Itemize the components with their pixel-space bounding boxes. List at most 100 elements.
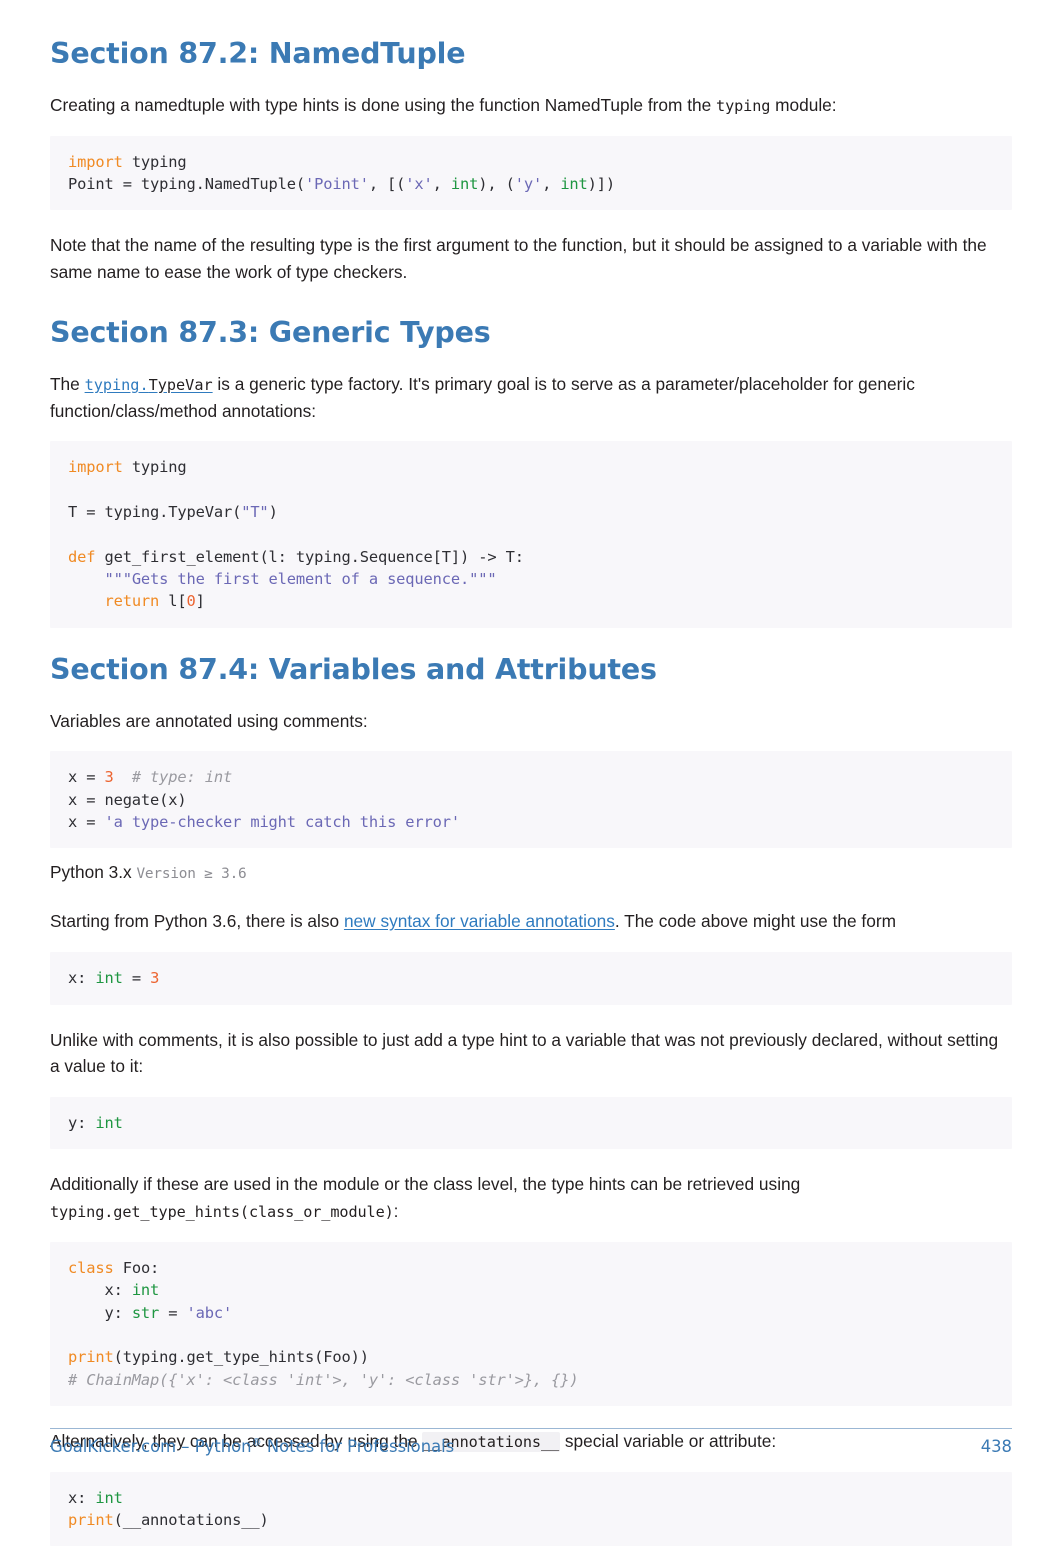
text-fragment: :	[393, 1201, 399, 1222]
code-token-kw: import	[68, 458, 123, 477]
page-number: 438	[980, 1437, 1012, 1456]
code-block-class-foo: class Foo: x: int y: str = 'abc' print(t…	[50, 1242, 1012, 1406]
code-token-comment: # type: int	[131, 768, 233, 787]
code-token-num: 3	[104, 768, 114, 787]
document-page: Section 87.2: NamedTuple Creating a name…	[0, 0, 1060, 1546]
code-token-kw: class	[68, 1259, 114, 1278]
code-token-builtin: int	[95, 1114, 123, 1133]
code-token-plain: typing	[122, 458, 187, 477]
code-token-str: 'a type-checker might catch this error'	[104, 813, 460, 832]
code-token-plain: =	[122, 969, 151, 988]
code-token-plain: x:	[68, 969, 96, 988]
code-token-builtin: int	[560, 175, 588, 194]
text-fragment: The	[50, 373, 85, 394]
code-token-plain: ,	[542, 175, 561, 194]
code-token-plain: )	[268, 503, 278, 522]
code-token-str: "T"	[241, 503, 269, 522]
code-token-plain: get_first_element(l: typing.Sequence[T])…	[95, 547, 524, 566]
footer-brand: GoalKicker.com – Python	[50, 1437, 252, 1456]
code-token-builtin: str	[131, 1303, 160, 1322]
link-part-symbol: TypeVar	[148, 375, 213, 394]
code-token-kw: import	[68, 152, 123, 171]
code-block-namedtuple: import typing Point = typing.NamedTuple(…	[50, 135, 1012, 211]
code-token-num: 0	[186, 592, 196, 611]
code-token-plain: (__annotations__)	[113, 1511, 269, 1530]
inline-code-get-type-hints: typing.get_type_hints(class_or_module)	[50, 1203, 394, 1222]
page-content: Section 87.2: NamedTuple Creating a name…	[50, 38, 1012, 1546]
section-heading-87-2: Section 87.2: NamedTuple	[50, 37, 466, 70]
link-typing-typevar[interactable]: typing.TypeVar	[85, 376, 213, 394]
text-fragment: module:	[770, 94, 837, 115]
paragraph-new-syntax: Starting from Python 3.6, there is also …	[50, 908, 1012, 935]
code-token-plain: x =	[68, 813, 105, 832]
version-badge: Python 3.x Version ≥ 3.6	[50, 860, 1012, 886]
text-fragment: Additionally if these are used in the mo…	[50, 1174, 801, 1195]
code-token-str: 'Point'	[305, 175, 369, 194]
paragraph-variables-comments: Variables are annotated using comments:	[50, 710, 368, 731]
section-heading-87-4: Section 87.4: Variables and Attributes	[50, 652, 657, 686]
code-block-print-annotations: x: int print(__annotations__)	[50, 1471, 1012, 1546]
code-token-plain: x:	[68, 1281, 132, 1300]
code-token-str: 'y'	[514, 175, 543, 194]
code-token-plain: T = typing.TypeVar(	[68, 503, 242, 522]
code-token-plain: ,	[432, 175, 451, 194]
code-token-plain: (typing.get_type_hints(Foo))	[113, 1348, 369, 1367]
version-main: Python 3.x	[50, 862, 132, 883]
code-token-kw: return	[104, 592, 160, 611]
link-variable-annotations[interactable]: new syntax for variable annotations	[344, 911, 615, 931]
link-part-module: typing.	[84, 375, 149, 394]
paragraph-namedtuple-note: Note that the name of the resulting type…	[50, 235, 987, 283]
code-token-plain: Point = typing.NamedTuple(	[68, 175, 306, 194]
code-token-builtin: int	[95, 969, 123, 988]
version-requirement: Version ≥ 3.6	[136, 866, 247, 883]
code-token-comment: # ChainMap({'x': <class 'int'>, 'y': <cl…	[68, 1370, 579, 1389]
code-token-plain: Foo:	[113, 1259, 160, 1278]
footer-row: GoalKicker.com – Python® Notes for Profe…	[50, 1437, 1012, 1456]
code-token-plain: )])	[587, 175, 616, 194]
code-block-typevar: import typing T = typing.TypeVar("T") de…	[50, 441, 1012, 628]
code-token-builtin: int	[95, 1488, 123, 1507]
footer-divider	[50, 1428, 1012, 1429]
inline-code-typing: typing	[716, 96, 771, 115]
code-block-comment-annotations: x = 3 # type: int x = negate(x) x = 'a t…	[50, 751, 1012, 849]
code-token-str: """Gets the first element of a sequence.…	[104, 570, 497, 589]
code-token-builtin: int	[131, 1281, 160, 1300]
code-token-str: 'abc'	[186, 1303, 233, 1322]
code-token-plain: typing	[122, 152, 187, 171]
code-token-plain: y:	[68, 1114, 96, 1133]
text-fragment: . The code above might use the form	[614, 911, 896, 932]
code-token-plain: x =	[68, 768, 105, 787]
page-footer: GoalKicker.com – Python® Notes for Profe…	[50, 1428, 1012, 1468]
code-token-plain: l[	[159, 592, 187, 611]
code-token-plain: x = negate(x)	[68, 790, 187, 809]
code-token-plain: =	[159, 1303, 187, 1322]
registered-trademark-icon: ®	[251, 1437, 262, 1449]
code-token-num: 3	[150, 969, 160, 988]
paragraph-generic-types-intro: The typing.TypeVar is a generic type fac…	[50, 371, 1012, 425]
paragraph-namedtuple-intro: Creating a namedtuple with type hints is…	[50, 92, 1012, 119]
code-token-plain: , [(	[368, 175, 406, 194]
paragraph-get-type-hints: Additionally if these are used in the mo…	[50, 1171, 1012, 1225]
code-token-kw: print	[68, 1511, 114, 1530]
code-token-plain: ]	[195, 592, 205, 611]
code-token-kw: def	[68, 547, 96, 566]
section-heading-87-3: Section 87.3: Generic Types	[50, 315, 491, 349]
